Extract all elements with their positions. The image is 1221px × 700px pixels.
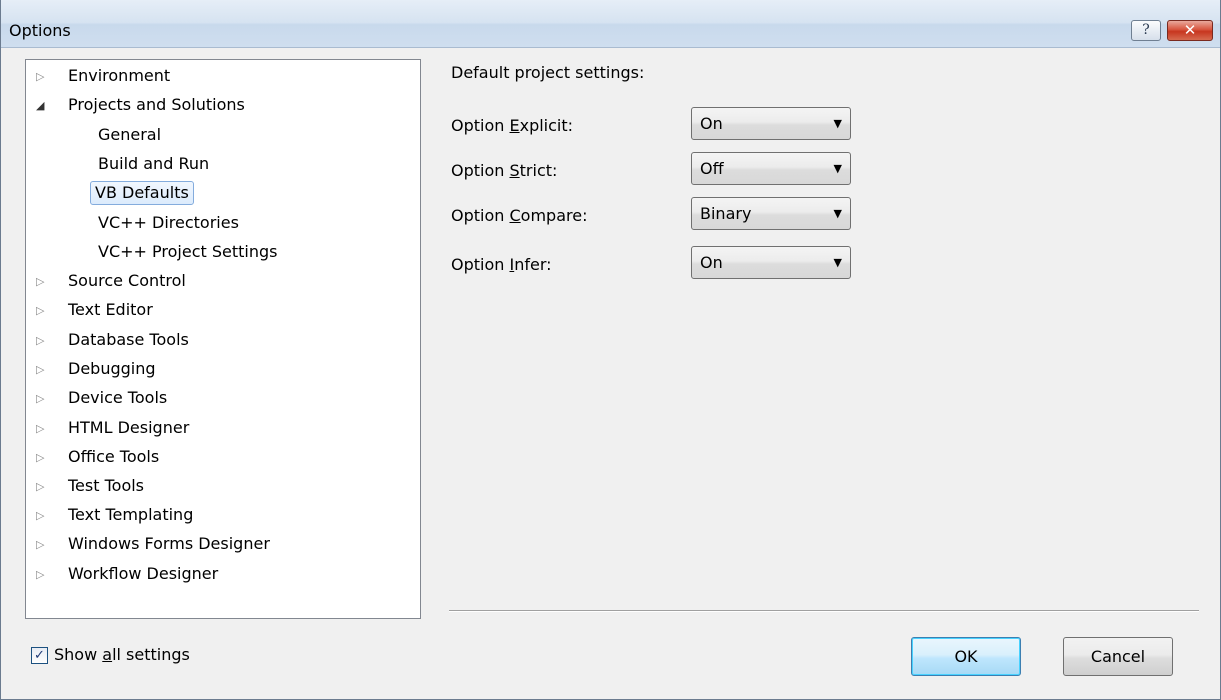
divider <box>449 610 1199 612</box>
dropdown-arrow-icon: ▼ <box>833 256 842 269</box>
select-value: Binary <box>700 204 752 223</box>
tree-item-label: Text Templating <box>68 505 194 524</box>
window-title: Options <box>9 21 71 40</box>
expand-arrow-icon[interactable]: ▷ <box>36 386 50 412</box>
select-value: On <box>700 253 723 272</box>
option-infer-label: Option Infer: <box>451 255 552 274</box>
tree-item-label: Projects and Solutions <box>68 95 245 114</box>
tree-item-label: Source Control <box>68 271 186 290</box>
option-explicit-label: Option Explicit: <box>451 116 574 135</box>
expand-arrow-icon[interactable]: ▷ <box>36 357 50 383</box>
expand-arrow-icon[interactable]: ▷ <box>36 474 50 500</box>
tree-item-label: VC++ Project Settings <box>98 242 278 261</box>
tree-item-label: Database Tools <box>68 330 189 349</box>
expand-arrow-icon[interactable]: ▷ <box>36 562 50 588</box>
select-value: On <box>700 114 723 133</box>
tree-item-label: Office Tools <box>68 447 160 466</box>
tree-item-label: General <box>98 125 162 144</box>
ok-button[interactable]: OK <box>911 637 1021 676</box>
tree-item-label: Environment <box>68 66 171 85</box>
checkmark-icon: ✓ <box>34 648 45 663</box>
option-compare-select[interactable]: Binary ▼ <box>691 197 851 230</box>
dropdown-arrow-icon: ▼ <box>833 207 842 220</box>
expand-arrow-icon[interactable]: ▷ <box>36 328 50 354</box>
expand-arrow-icon[interactable]: ▷ <box>36 445 50 471</box>
tree-item-label: Windows Forms Designer <box>68 534 270 553</box>
tree-item-label: VB Defaults <box>90 181 194 205</box>
tree-item-label: Build and Run <box>98 154 210 173</box>
settings-heading: Default project settings: <box>451 63 645 82</box>
tree-item-label: Debugging <box>68 359 156 378</box>
options-dialog: Options ? ✕ ▷ Environment ◢ Projects and… <box>0 0 1221 700</box>
tree-item-label: Workflow Designer <box>68 564 219 583</box>
option-explicit-select[interactable]: On ▼ <box>691 107 851 140</box>
dropdown-arrow-icon: ▼ <box>833 117 842 130</box>
title-bar[interactable]: Options ? ✕ <box>1 0 1220 48</box>
collapse-arrow-icon[interactable]: ◢ <box>36 93 50 119</box>
cancel-button[interactable]: Cancel <box>1063 637 1173 676</box>
options-tree[interactable]: ▷ Environment ◢ Projects and Solutions G… <box>25 59 421 619</box>
select-value: Off <box>700 159 724 178</box>
close-icon: ✕ <box>1183 21 1197 39</box>
tree-item-label: Device Tools <box>68 388 168 407</box>
expand-arrow-icon[interactable]: ▷ <box>36 532 50 558</box>
tree-item-label: VC++ Directories <box>98 213 239 232</box>
dropdown-arrow-icon: ▼ <box>833 162 842 175</box>
tree-item-label: Text Editor <box>68 300 153 319</box>
help-icon: ? <box>1142 22 1150 38</box>
tree-item-label: Test Tools <box>68 476 145 495</box>
expand-arrow-icon[interactable]: ▷ <box>36 416 50 442</box>
show-all-settings-checkbox[interactable]: ✓ <box>31 647 48 664</box>
show-all-settings-label[interactable]: Show all settings <box>54 645 190 664</box>
expand-arrow-icon[interactable]: ▷ <box>36 269 50 295</box>
expand-arrow-icon[interactable]: ▷ <box>36 298 50 324</box>
expand-arrow-icon[interactable]: ▷ <box>36 64 50 90</box>
option-strict-select[interactable]: Off ▼ <box>691 152 851 185</box>
tree-item-label: HTML Designer <box>68 418 190 437</box>
option-infer-select[interactable]: On ▼ <box>691 246 851 279</box>
expand-arrow-icon[interactable]: ▷ <box>36 503 50 529</box>
option-compare-label: Option Compare: <box>451 206 588 225</box>
help-button[interactable]: ? <box>1131 20 1161 41</box>
close-button[interactable]: ✕ <box>1167 20 1213 41</box>
option-strict-label: Option Strict: <box>451 161 558 180</box>
